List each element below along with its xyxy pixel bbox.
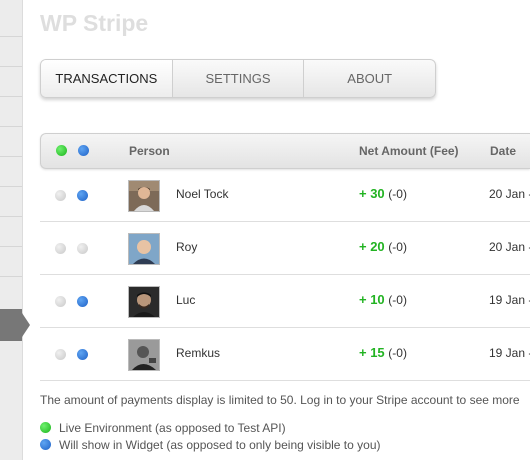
avatar-roy-icon: [128, 233, 160, 265]
widget-status-icon: [77, 296, 88, 307]
person-name: Remkus: [176, 346, 221, 360]
sidebar-divider: [0, 96, 22, 97]
payments-limit-note: The amount of payments display is limite…: [40, 393, 520, 407]
current-menu-arrow-icon: [22, 313, 30, 337]
blue-dot-icon: [40, 439, 51, 450]
net-amount: + 20 (-0): [359, 239, 407, 254]
column-header-date: Date: [490, 144, 517, 158]
column-header-net-amount: Net Amount (Fee): [359, 144, 459, 158]
transaction-date: 20 Jan -: [489, 187, 530, 201]
sidebar-divider: [0, 36, 22, 37]
sidebar-divider: [0, 66, 22, 67]
legend-widget: Will show in Widget (as opposed to only …: [40, 438, 381, 452]
fee-value: (-0): [388, 346, 407, 360]
transaction-date: 19 Jan -: [489, 293, 530, 307]
tab-about[interactable]: ABOUT: [304, 60, 435, 97]
fee-value: (-0): [388, 293, 407, 307]
fee-value: (-0): [388, 187, 407, 201]
sidebar-item-current[interactable]: [0, 309, 22, 341]
widget-indicator-icon: [78, 145, 89, 156]
widget-status-icon: [77, 190, 88, 201]
sidebar-divider: [0, 126, 22, 127]
person-name: Noel Tock: [176, 187, 229, 201]
net-amount: + 10 (-0): [359, 292, 407, 307]
transactions-table: Person Net Amount (Fee) Date Noel Tock +…: [40, 133, 530, 381]
legend-live-environment: Live Environment (as opposed to Test API…: [40, 421, 286, 435]
live-status-icon: [55, 243, 66, 254]
person-name: Luc: [176, 293, 196, 307]
table-row: Roy + 20 (-0) 20 Jan -: [40, 222, 530, 275]
live-status-icon: [55, 190, 66, 201]
person-name: Roy: [176, 240, 198, 254]
legend-live-label: Live Environment (as opposed to Test API…: [59, 421, 286, 435]
live-environment-indicator-icon: [56, 145, 67, 156]
fee-value: (-0): [388, 240, 407, 254]
tab-bar: TRANSACTIONS SETTINGS ABOUT: [40, 59, 436, 98]
amount-value: + 30: [359, 186, 385, 201]
widget-status-icon: [77, 349, 88, 360]
green-dot-icon: [40, 422, 51, 433]
amount-value: + 15: [359, 345, 385, 360]
net-amount: + 15 (-0): [359, 345, 407, 360]
avatar-remkus-icon: [128, 339, 160, 371]
sidebar-divider: [0, 276, 22, 277]
amount-value: + 20: [359, 239, 385, 254]
transaction-date: 20 Jan -: [489, 240, 530, 254]
avatar-noel-tock-icon: [128, 180, 160, 212]
sidebar-divider: [0, 246, 22, 247]
live-status-icon: [55, 296, 66, 307]
page-title: WP Stripe: [40, 10, 149, 36]
legend-widget-label: Will show in Widget (as opposed to only …: [59, 438, 381, 452]
table-header: Person Net Amount (Fee) Date: [40, 133, 530, 169]
sidebar-divider: [0, 186, 22, 187]
widget-status-icon: [77, 243, 88, 254]
table-row: Remkus + 15 (-0) 19 Jan -: [40, 328, 530, 381]
tab-transactions[interactable]: TRANSACTIONS: [41, 60, 173, 97]
table-row: Luc + 10 (-0) 19 Jan -: [40, 275, 530, 328]
admin-sidebar: [0, 0, 23, 460]
live-status-icon: [55, 349, 66, 360]
transaction-date: 19 Jan -: [489, 346, 530, 360]
tab-settings[interactable]: SETTINGS: [173, 60, 305, 97]
column-header-person: Person: [129, 144, 170, 158]
table-row: Noel Tock + 30 (-0) 20 Jan -: [40, 169, 530, 222]
amount-value: + 10: [359, 292, 385, 307]
avatar-luc-icon: [128, 286, 160, 318]
sidebar-divider: [0, 216, 22, 217]
net-amount: + 30 (-0): [359, 186, 407, 201]
sidebar-divider: [0, 156, 22, 157]
